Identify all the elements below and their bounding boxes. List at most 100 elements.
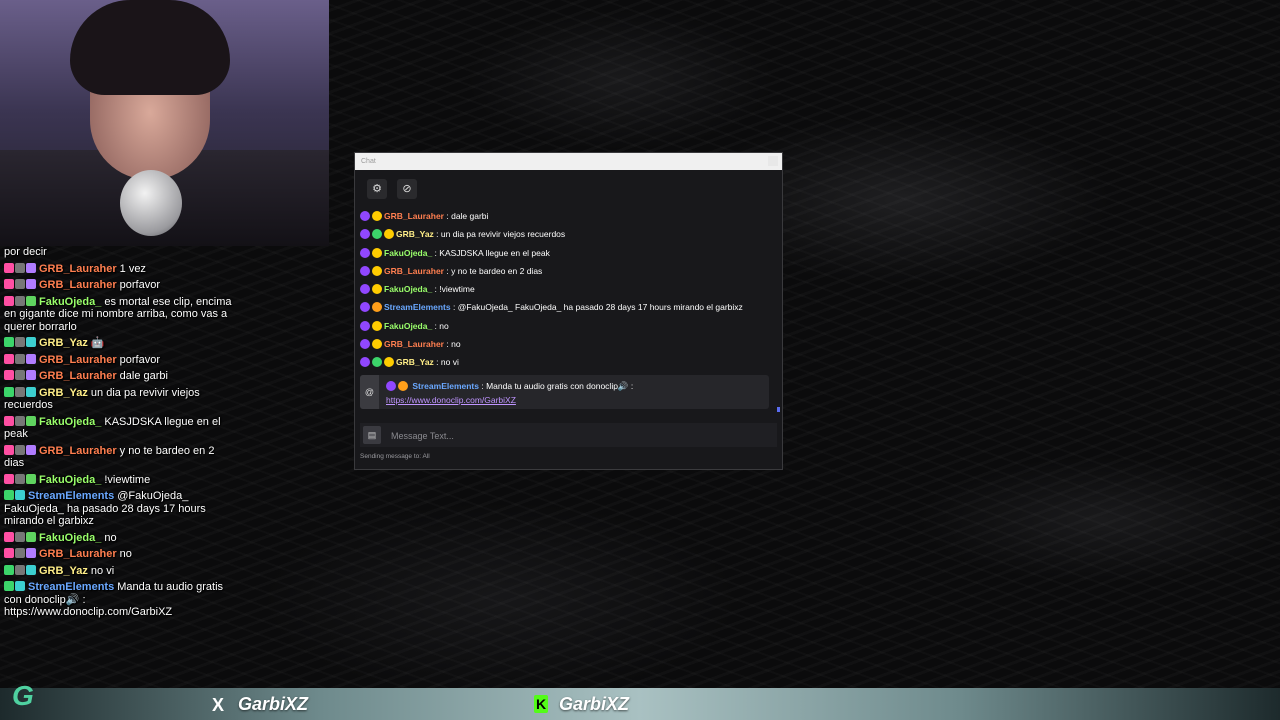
chat-text: no vi (90, 564, 115, 577)
chat-badge-icon (26, 262, 36, 273)
message-username[interactable]: GRB_Yaz (396, 229, 434, 239)
chat-badge-icon (4, 337, 14, 347)
chat-username: GRB_Lauraher (39, 262, 117, 275)
close-icon[interactable] (768, 156, 778, 166)
chat-badge-icon (15, 564, 25, 575)
message-input-row: ▤ (360, 423, 777, 449)
chat-username: GRB_Lauraher (39, 370, 117, 382)
message-text: @FakuOjeda_ FakuOjeda_ ha pasado 28 days… (457, 302, 743, 313)
chat-line: GRB_Lauraher dale garbi (4, 370, 232, 383)
chat-username: GRB_Yaz (39, 337, 88, 349)
user-badge-icon (372, 265, 382, 276)
chat-badge-icon (26, 531, 36, 542)
message-text: un dia pa revivir viejos recuerdos (440, 229, 566, 240)
chat-badge-icon (15, 262, 25, 273)
settings-gear-icon[interactable]: ⚙ (367, 179, 387, 199)
user-badge-icon (360, 357, 370, 368)
sending-target-label: Sending message to: All (360, 453, 430, 460)
chat-badge-icon (15, 386, 25, 397)
chat-line: GRB_Lauraher 1 vez (4, 262, 232, 276)
message-username[interactable]: GRB_Lauraher (384, 211, 444, 221)
chat-message: GRB_Yaz : un dia pa revivir viejos recue… (360, 225, 775, 243)
message-username[interactable]: StreamElements (384, 302, 451, 312)
chat-line: GRB_Yaz un dia pa revivir viejos recuerdo… (4, 386, 232, 412)
message-text: no (451, 339, 461, 350)
chat-badge-icon (15, 353, 25, 364)
chat-line: por decir (4, 246, 47, 258)
pinned-message[interactable]: @ StreamElements : Manda tu audio gratis… (360, 375, 769, 409)
chat-text: no (104, 531, 117, 544)
chat-badge-icon (15, 337, 25, 347)
chat-text: porfavor (119, 353, 160, 366)
message-username[interactable]: GRB_Lauraher (384, 266, 444, 276)
user-badge-icon (360, 284, 370, 295)
message-input[interactable] (389, 423, 763, 449)
user-badge-icon (372, 339, 382, 350)
scroll-indicator[interactable] (777, 407, 780, 412)
message-username[interactable]: GRB_Lauraher (384, 339, 444, 349)
user-badge-icon (384, 357, 394, 368)
chat-popout-window[interactable]: Chat ⚙ ⊘ GRB_Lauraher : dale garbi GRB_Ya… (354, 152, 783, 470)
chat-line: FakuOjeda_ !viewtime (4, 473, 232, 487)
message-text: no (439, 320, 449, 331)
chat-badge-icon (26, 337, 36, 347)
bottom-social-bar: G GarbiXZ GarbiXZ (0, 680, 1280, 720)
window-title: Chat (361, 158, 376, 165)
chat-message: GRB_Lauraher : no (360, 335, 775, 353)
pinned-text: Manda tu audio gratis con donoclip🔊 : (486, 381, 634, 391)
chat-toolbar: ⚙ ⊘ (355, 170, 782, 205)
chat-line: GRB_Yaz 🤖 (4, 337, 232, 350)
message-text: KASJDSKA llegue en el peak (439, 247, 550, 258)
user-badge-icon (360, 265, 370, 276)
chat-bubble-icon[interactable]: ▤ (363, 426, 381, 444)
chat-badge-icon (15, 444, 25, 455)
chat-badge-icon (4, 262, 14, 273)
user-badge-icon (360, 339, 370, 350)
chat-username: FakuOjeda_ (39, 473, 102, 486)
chat-username: GRB_Yaz (39, 564, 88, 577)
user-badge-icon (372, 320, 382, 331)
chat-badge-icon (4, 548, 14, 558)
chat-badge-icon (26, 548, 36, 558)
chat-badge-icon (4, 444, 14, 455)
user-badge-icon (372, 302, 382, 313)
chat-badge-icon (26, 279, 36, 289)
chat-line: GRB_Lauraher porfavor (4, 353, 232, 367)
message-username[interactable]: FakuOjeda_ (384, 284, 432, 294)
chat-badge-icon (26, 386, 36, 397)
chat-badge-icon (4, 564, 14, 575)
chat-badge-icon (15, 531, 25, 542)
chat-badge-icon (26, 564, 36, 575)
chat-line: FakuOjeda_ es mortal ese clip, encima en … (4, 295, 232, 334)
chat-badge-icon (26, 444, 36, 455)
chat-message: FakuOjeda_ : no (360, 317, 775, 335)
chat-badge-icon (26, 295, 36, 306)
kick-logo-icon: K (534, 695, 548, 713)
chat-text: 🤖 (90, 337, 105, 349)
user-badge-icon (360, 302, 370, 313)
chat-line: GRB_Lauraher porfavor (4, 279, 232, 292)
window-titlebar[interactable]: Chat (355, 153, 782, 170)
user-badge-icon (372, 211, 382, 221)
pause-scroll-icon[interactable]: ⊘ (397, 179, 417, 199)
chat-message: StreamElements : @FakuOjeda_ FakuOjeda_ … (360, 298, 775, 316)
user-badge-icon (360, 211, 370, 221)
chat-username: GRB_Lauraher (39, 548, 117, 560)
chat-username: GRB_Lauraher (39, 279, 117, 291)
user-badge-icon (360, 247, 370, 258)
chat-badge-icon (15, 548, 25, 558)
message-username[interactable]: FakuOjeda_ (384, 321, 432, 331)
chat-message-list: GRB_Lauraher : dale garbi GRB_Yaz : un di… (360, 207, 775, 372)
message-username[interactable]: FakuOjeda_ (384, 248, 432, 258)
chat-badge-icon (26, 370, 36, 380)
donoclip-link[interactable]: https://www.donoclip.com/GarbiXZ (386, 395, 516, 405)
user-badge-icon (384, 229, 394, 240)
chat-badge-icon (26, 353, 36, 364)
message-username[interactable]: GRB_Yaz (396, 357, 434, 367)
chat-badge-icon (4, 279, 14, 289)
chat-line: FakuOjeda_ no (4, 531, 232, 545)
user-badge-icon (360, 229, 370, 240)
chat-line: GRB_Lauraher no (4, 548, 232, 561)
chat-username: GRB_Yaz (39, 386, 88, 399)
chat-username: GRB_Lauraher (39, 444, 117, 457)
